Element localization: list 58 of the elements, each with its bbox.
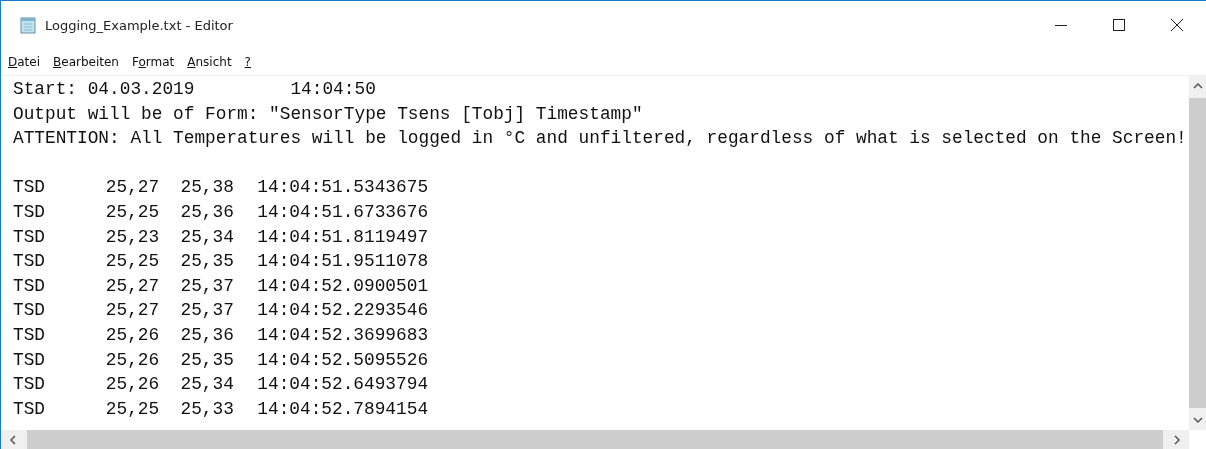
menu-item[interactable]: Ansicht bbox=[186, 53, 233, 71]
log-value: TSD bbox=[13, 348, 46, 372]
log-value: 14:04:52.5095526 bbox=[257, 348, 429, 372]
log-value: 25,33 bbox=[180, 397, 235, 421]
scroll-up-icon[interactable] bbox=[1192, 82, 1203, 90]
log-value: 25,25 bbox=[105, 200, 161, 224]
log-value: 25,25 bbox=[105, 250, 161, 274]
log-value: 25,27 bbox=[105, 176, 161, 200]
log-value: 25,35 bbox=[180, 250, 235, 274]
log-value: 25,34 bbox=[180, 373, 235, 397]
menu-item[interactable]: Datei bbox=[7, 53, 42, 71]
log-value: 25,36 bbox=[180, 323, 235, 347]
log-value: 14:04:52.3699683 bbox=[257, 323, 429, 347]
log-value: TSD bbox=[13, 250, 46, 274]
window-title: Logging_Example.txt - Editor bbox=[45, 17, 233, 33]
vertical-scrollbar[interactable] bbox=[1189, 76, 1206, 430]
log-value: 25,26 bbox=[105, 373, 161, 397]
log-value: TSD bbox=[13, 200, 46, 224]
log-value: 14:04:52.7894154 bbox=[257, 397, 429, 421]
log-value: 14:04:51.9511078 bbox=[257, 250, 429, 274]
menu-item[interactable]: ? bbox=[243, 53, 252, 71]
log-value: 14:04:52.2293546 bbox=[257, 299, 429, 323]
text-line: Output will be of Form: "SensorType Tsens [Tobj] Timestamp" bbox=[13, 102, 643, 126]
menu-item[interactable]: Bearbeiten bbox=[52, 53, 120, 71]
log-value: 25,27 bbox=[105, 274, 161, 298]
log-value: TSD bbox=[13, 176, 46, 200]
scroll-down-icon[interactable] bbox=[1192, 416, 1203, 424]
log-value: 25,35 bbox=[180, 348, 235, 372]
log-value: 25,37 bbox=[180, 274, 235, 298]
log-value: 25,26 bbox=[105, 348, 161, 372]
log-value: 25,38 bbox=[180, 176, 235, 200]
log-value: 25,25 bbox=[105, 397, 161, 421]
horizontal-scrollbar[interactable] bbox=[1, 430, 1189, 449]
log-value: 14:04:52.6493794 bbox=[257, 373, 429, 397]
close-icon bbox=[1171, 19, 1183, 31]
log-value: 25,34 bbox=[180, 225, 235, 249]
text-line: ATTENTION: All Temperatures will be logged in °C and unfiltered, regardless of what is selected on the Screen! bbox=[13, 127, 1187, 151]
maximize-icon bbox=[1113, 19, 1125, 31]
log-value: 25,37 bbox=[180, 299, 235, 323]
log-value: TSD bbox=[13, 299, 46, 323]
log-value: 25,26 bbox=[105, 323, 161, 347]
log-value: TSD bbox=[13, 225, 46, 249]
log-value: 25,23 bbox=[105, 225, 161, 249]
log-value: 14:04:51.6733676 bbox=[257, 200, 429, 224]
log-value: TSD bbox=[13, 274, 46, 298]
log-value: 14:04:51.5343675 bbox=[257, 176, 429, 200]
log-value: 14:04:51.8119497 bbox=[257, 225, 429, 249]
scroll-right-icon[interactable] bbox=[1173, 434, 1181, 445]
log-value: TSD bbox=[13, 373, 46, 397]
log-value: 14:04:52.0900501 bbox=[257, 274, 429, 298]
scroll-left-icon[interactable] bbox=[9, 434, 17, 445]
menu-item[interactable]: Format bbox=[130, 53, 176, 71]
text-line: Start: 04.03.2019 14:04:50 bbox=[13, 78, 376, 101]
log-value: 25,36 bbox=[180, 200, 235, 224]
log-value: TSD bbox=[13, 397, 46, 421]
notepad-icon bbox=[19, 16, 37, 34]
log-value: TSD bbox=[13, 323, 46, 347]
log-value: 25,27 bbox=[105, 299, 161, 323]
